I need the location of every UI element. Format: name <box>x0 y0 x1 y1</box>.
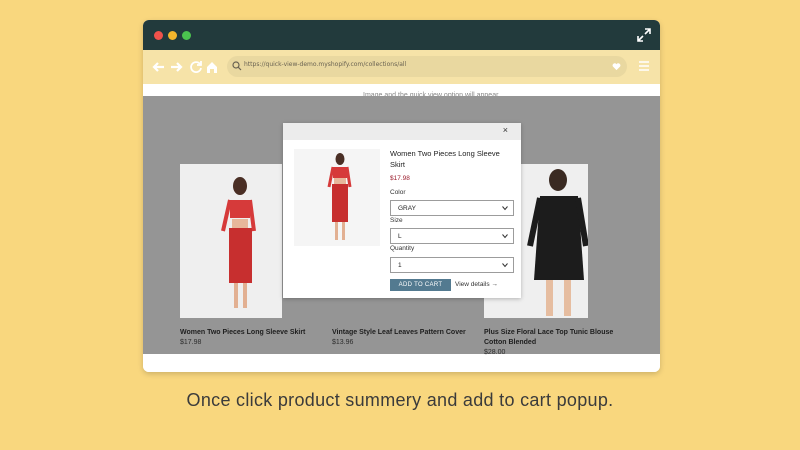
product-image[interactable] <box>180 96 282 318</box>
modal-header: × <box>283 123 521 140</box>
quantity-select-value: 1 <box>398 262 402 269</box>
maximize-window-button[interactable] <box>182 31 191 40</box>
caption-text: Once click product summery and add to ca… <box>186 390 614 410</box>
view-details-link[interactable]: View details → <box>455 281 498 288</box>
browser-window: https://quick-view-demo.myshopify.com/co… <box>143 20 660 372</box>
product-title[interactable]: Plus Size Floral Lace Top Tunic Blouse C… <box>484 328 634 348</box>
product-price: $28.00 <box>484 349 506 356</box>
add-to-cart-button[interactable]: ADD TO CART <box>390 279 451 291</box>
modal-overlay[interactable]: Women Two Pieces Long Sleeve Skirt $17.9… <box>143 96 660 356</box>
page-content: Image and the quick view option will app… <box>143 84 660 372</box>
modal-product-price: $17.98 <box>390 175 410 182</box>
title-bar <box>143 20 660 50</box>
browser-toolbar: https://quick-view-demo.myshopify.com/co… <box>143 50 660 84</box>
hamburger-menu-icon[interactable] <box>638 60 650 72</box>
size-label: Size <box>390 217 403 224</box>
search-icon <box>232 61 242 71</box>
color-select[interactable]: GRAY <box>390 200 514 216</box>
reload-icon[interactable] <box>189 60 203 74</box>
modal-product-title: Women Two Pieces Long Sleeve Skirt <box>390 149 500 169</box>
color-select-value: GRAY <box>398 205 416 212</box>
close-window-button[interactable] <box>154 31 163 40</box>
product-title[interactable]: Women Two Pieces Long Sleeve Skirt <box>180 328 350 338</box>
quantity-label: Quantity <box>390 245 415 252</box>
size-select-value: L <box>398 233 402 240</box>
modal-product-image <box>294 149 380 246</box>
chevron-down-icon <box>502 206 508 211</box>
product-price: $13.96 <box>332 339 354 346</box>
product-price: $17.98 <box>180 339 202 346</box>
product-title[interactable]: Vintage Style Leaf Leaves Pattern Cover <box>332 328 482 338</box>
close-icon[interactable]: × <box>503 125 508 135</box>
minimize-window-button[interactable] <box>168 31 177 40</box>
address-bar[interactable]: https://quick-view-demo.myshopify.com/co… <box>227 56 627 77</box>
color-label: Color <box>390 189 406 196</box>
url-text: https://quick-view-demo.myshopify.com/co… <box>244 61 407 68</box>
quantity-select[interactable]: 1 <box>390 257 514 273</box>
size-select[interactable]: L <box>390 228 514 244</box>
back-arrow-icon[interactable] <box>151 60 165 74</box>
forward-arrow-icon[interactable] <box>170 60 184 74</box>
quick-view-modal: × Women Two Pieces Long Sleeve Skirt $17… <box>283 123 521 298</box>
chevron-down-icon <box>502 263 508 268</box>
home-icon[interactable] <box>205 60 219 74</box>
chevron-down-icon <box>502 234 508 239</box>
heart-icon[interactable] <box>612 62 621 71</box>
fullscreen-icon[interactable] <box>637 28 651 42</box>
